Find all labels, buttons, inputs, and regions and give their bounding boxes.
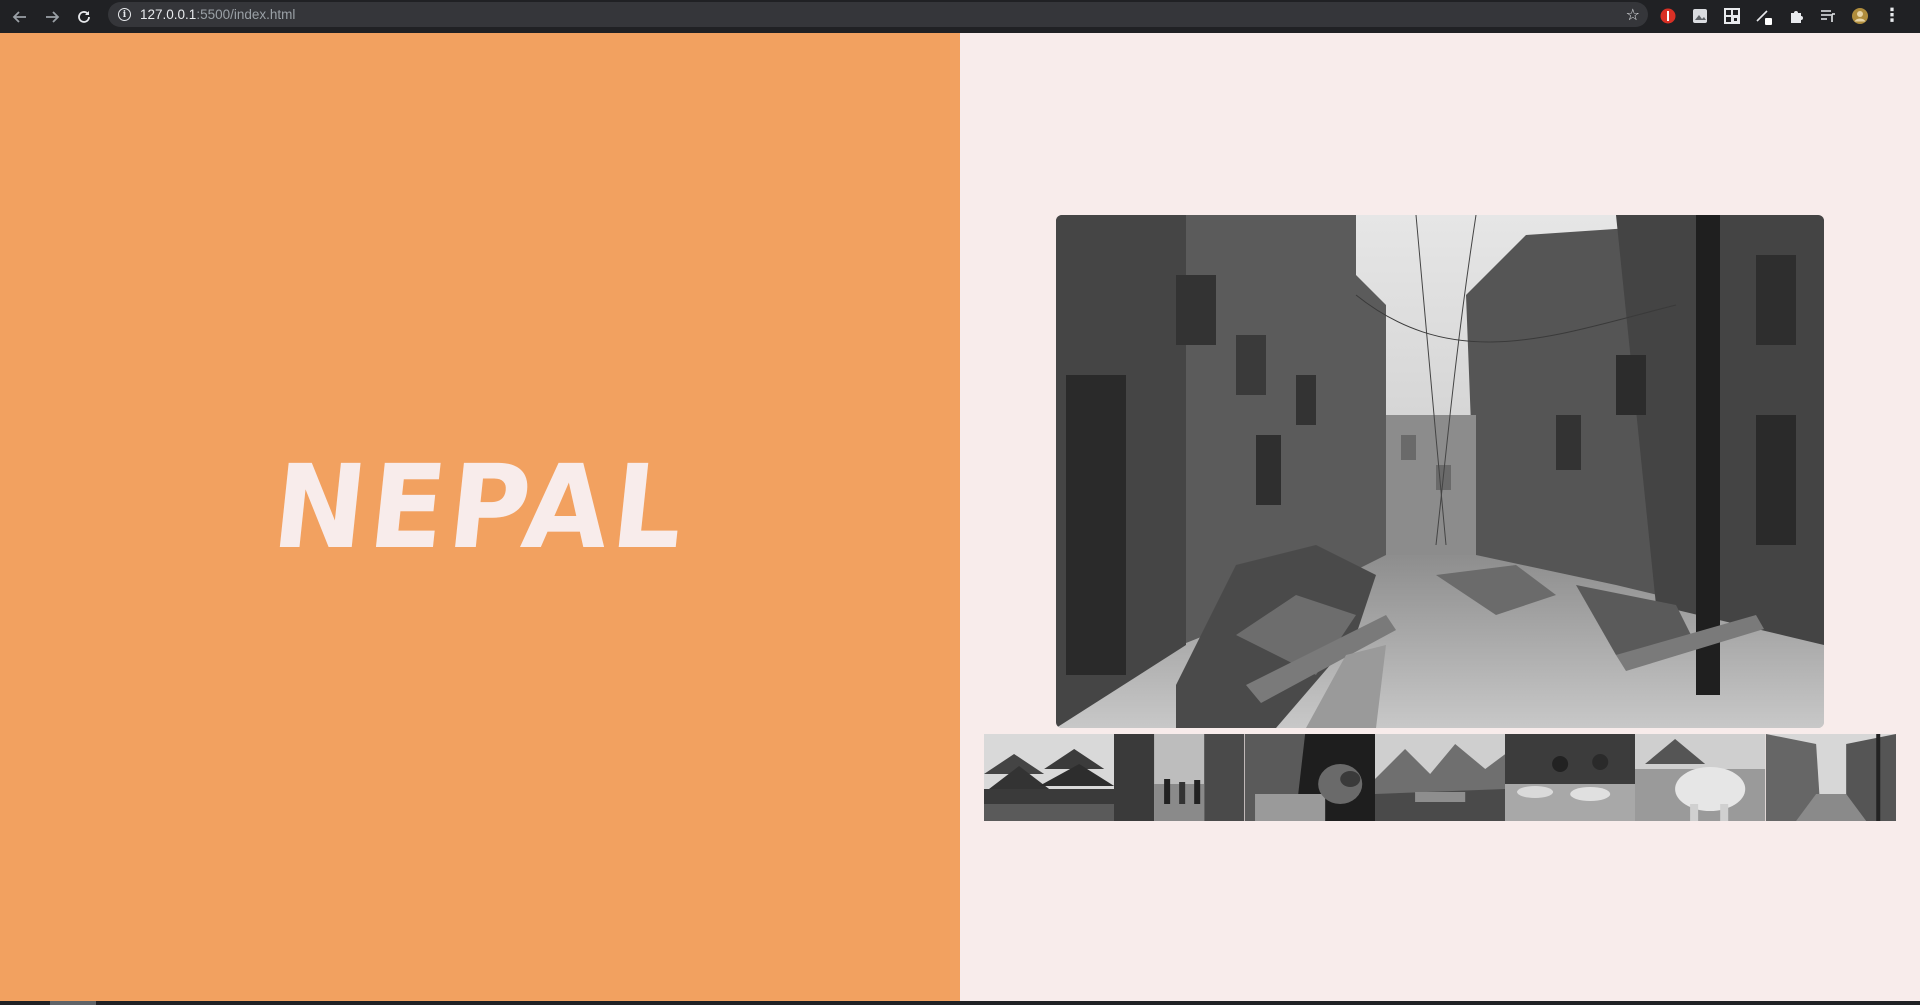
- puzzle-extensions-icon[interactable]: [1784, 4, 1808, 28]
- site-info-icon[interactable]: i: [118, 8, 131, 21]
- extensions-area: ⋮: [1656, 4, 1904, 28]
- url-text[interactable]: 127.0.0.1:5500/index.html: [140, 7, 295, 22]
- thumbnail-damaged-street[interactable]: [1765, 734, 1896, 821]
- reload-button[interactable]: [68, 3, 100, 31]
- image-extension-icon[interactable]: [1688, 4, 1712, 28]
- pen-extension-icon[interactable]: [1752, 4, 1776, 28]
- back-arrow-icon: [12, 10, 26, 23]
- url-path: :5500/index.html: [196, 7, 296, 22]
- gallery-panel: [960, 33, 1920, 1001]
- hero-panel: NEPAL: [0, 33, 960, 1001]
- thumbnail-strip: [984, 734, 1896, 821]
- red-extension-icon[interactable]: [1656, 4, 1680, 28]
- thumbnail-temple[interactable]: [984, 734, 1115, 821]
- reload-icon: [78, 10, 90, 23]
- main-gallery-photo: [1056, 215, 1824, 728]
- address-bar[interactable]: i 127.0.0.1:5500/index.html ☆: [108, 2, 1648, 27]
- profile-avatar-icon[interactable]: [1848, 4, 1872, 28]
- url-host: 127.0.0.1: [140, 7, 197, 22]
- qr-code-icon[interactable]: [1720, 4, 1744, 28]
- thumbnail-food-vendors[interactable]: [1505, 734, 1636, 821]
- back-button[interactable]: [4, 3, 36, 31]
- bottom-scroll-indicator: [0, 1001, 1920, 1005]
- browser-toolbar: i 127.0.0.1:5500/index.html ☆ ⋮: [0, 0, 1920, 33]
- thumbnail-sculpture[interactable]: [1244, 734, 1375, 821]
- thumbnail-street-market[interactable]: [1114, 734, 1245, 821]
- thumbnail-mountain-valley[interactable]: [1374, 734, 1506, 821]
- reading-list-icon[interactable]: [1816, 4, 1840, 28]
- kebab-menu-icon: ⋮: [1883, 5, 1901, 26]
- forward-button[interactable]: [36, 3, 68, 31]
- page-title: NEPAL: [266, 439, 694, 575]
- page-viewport: NEPAL: [0, 33, 1920, 1001]
- bookmark-star-icon[interactable]: ☆: [1626, 5, 1640, 24]
- browser-menu-button[interactable]: ⋮: [1880, 4, 1904, 28]
- forward-arrow-icon: [46, 10, 60, 23]
- thumbnail-yak[interactable]: [1635, 734, 1766, 821]
